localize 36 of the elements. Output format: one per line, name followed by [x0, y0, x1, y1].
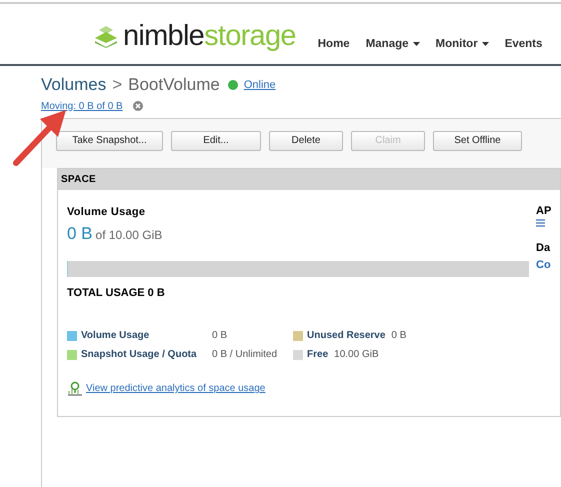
caret-icon[interactable]: [482, 42, 489, 46]
breadcrumb-separator: >: [112, 74, 122, 96]
action-button[interactable]: Set Offline: [433, 130, 522, 150]
legend-label: Volume Usage: [81, 329, 150, 343]
breadcrumb-link[interactable]: Volumes: [41, 72, 106, 98]
nav-link[interactable]: Home: [318, 36, 350, 53]
side-heading: AP: [536, 204, 552, 218]
legend-value: 0 B: [212, 329, 228, 343]
side-link[interactable]: Co: [536, 256, 552, 273]
status-link[interactable]: Online: [244, 76, 276, 93]
legend-value: 0 B: [391, 329, 406, 343]
moving-link[interactable]: Moving: 0 B of 0 B: [41, 98, 123, 114]
nav-link[interactable]: Monitor: [436, 36, 489, 53]
action-button[interactable]: Take Snapshot...: [56, 130, 163, 150]
chart-search-icon[interactable]: [67, 381, 83, 396]
used-value: 0 B: [67, 223, 93, 245]
capacity-text: of 10.00 GiB: [96, 227, 162, 244]
side-heading: Da: [536, 241, 552, 256]
section-header: SPACE: [58, 168, 560, 190]
legend-label: Free: [307, 348, 328, 362]
total-usage: TOTAL USAGE 0 B: [67, 286, 166, 300]
close-icon[interactable]: [132, 101, 143, 111]
legend-label: Snapshot Usage / Quota: [81, 348, 198, 362]
caret-icon[interactable]: [412, 42, 420, 46]
legend-value: 10.00 GiB: [334, 348, 379, 362]
logo-text: nimblestorage: [123, 22, 296, 51]
action-button[interactable]: Edit...: [171, 130, 261, 150]
legend-value: 0 B / Unlimited: [212, 348, 278, 362]
action-button[interactable]: Delete: [269, 130, 343, 150]
nav-link[interactable]: Manage: [366, 36, 420, 53]
volume-name: BootVolume: [128, 74, 220, 96]
nav-link[interactable]: Events: [504, 36, 542, 53]
section-title: Volume Usage: [67, 204, 146, 220]
analytics-link[interactable]: View predictive analytics of space usage: [86, 381, 266, 396]
legend-label: Unused Reserve: [307, 329, 386, 343]
list-icon[interactable]: [536, 219, 545, 228]
